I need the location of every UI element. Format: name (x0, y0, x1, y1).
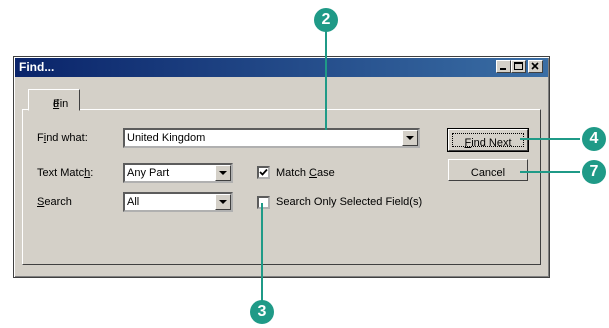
search-selected-fields-label[interactable]: Search Only Selected Field(s) (276, 196, 422, 208)
callout-2: 2 (314, 8, 338, 32)
find-what-dropdown-button[interactable] (402, 130, 418, 146)
callout-4: 4 (582, 127, 606, 151)
text-match-select[interactable]: Any Part (123, 163, 233, 183)
search-value: All (127, 196, 140, 208)
match-case-label[interactable]: Match Case (276, 167, 335, 179)
close-icon (531, 62, 539, 70)
minimize-icon (500, 68, 506, 70)
find-what-label: Find what: (37, 132, 88, 144)
find-next-button[interactable]: Find Next (447, 128, 529, 152)
find-what-combo[interactable]: United Kingdom (123, 128, 420, 148)
maximize-button[interactable] (511, 60, 526, 73)
text-match-dropdown-button[interactable] (215, 165, 231, 181)
search-select[interactable]: All (123, 192, 233, 212)
text-match-label: Text Match: (37, 167, 94, 179)
chevron-down-icon (219, 171, 227, 175)
close-button[interactable] (528, 60, 543, 73)
minimize-button[interactable] (496, 60, 511, 73)
find-what-value: United Kingdom (127, 132, 206, 144)
callout-2-leader (325, 31, 327, 130)
callout-4-leader (520, 138, 580, 140)
text-match-value: Any Part (127, 167, 170, 179)
search-dropdown-button[interactable] (215, 194, 231, 210)
cancel-button[interactable]: Cancel (448, 159, 528, 181)
title-bar[interactable]: Find... (15, 58, 548, 77)
find-next-label: Find Next (464, 137, 512, 149)
match-case-checkbox[interactable] (257, 166, 270, 179)
window-title: Find... (19, 60, 55, 74)
maximize-icon (514, 62, 523, 70)
checkmark-icon (259, 168, 268, 176)
search-label: Search (37, 196, 72, 208)
chevron-down-icon (219, 200, 227, 204)
chevron-down-icon (406, 136, 414, 140)
search-selected-fields-checkbox[interactable] (257, 196, 270, 209)
callout-3-leader (261, 203, 263, 301)
find-dialog: Find... Fin d Find what: United Kingdom T… (13, 56, 550, 278)
callout-3: 3 (250, 300, 274, 324)
callout-7: 7 (582, 160, 606, 184)
callout-7-leader (520, 171, 580, 173)
tab-find[interactable]: Fin d (28, 89, 80, 111)
cancel-label: Cancel (470, 167, 506, 179)
